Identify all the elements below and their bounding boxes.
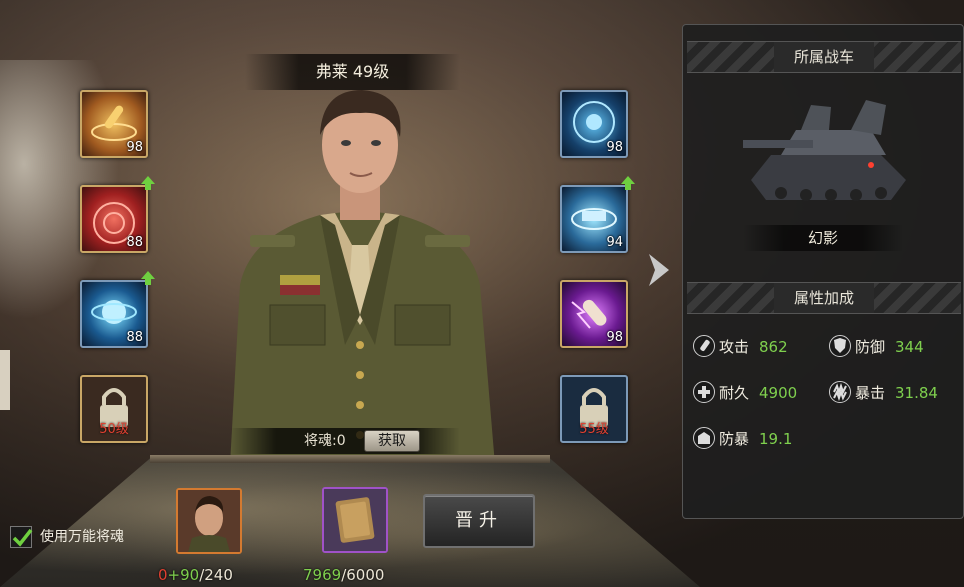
lock-level: 50级: [99, 422, 129, 437]
attack-icon: [693, 335, 715, 357]
skill-level: 98: [606, 330, 623, 345]
crit-defense-icon: [693, 427, 715, 449]
skill-slot-right-1[interactable]: 98: [560, 90, 628, 158]
soul-item-total: /240: [199, 566, 233, 584]
skill-level: 94: [606, 235, 623, 250]
tank-header: 所属战车: [687, 41, 961, 73]
checkmark-icon: [12, 528, 33, 547]
attr-value: 31.84: [895, 384, 938, 402]
attr-name: 暴击: [855, 384, 886, 402]
lock-level: 55级: [579, 422, 609, 437]
universal-soul-checkbox[interactable]: [10, 526, 33, 548]
soul-item-plus: +90: [167, 566, 200, 584]
attr-crit-defense: 防暴 19.1: [693, 426, 823, 452]
universal-soul-label: 使用万能将魂: [40, 529, 124, 545]
attr-crit: 暴击 31.84: [829, 380, 959, 406]
general-portrait: [230, 90, 495, 465]
attr-name: 防御: [855, 338, 886, 356]
attr-value: 862: [759, 338, 788, 356]
book-item-have: 7969: [303, 566, 342, 584]
skill-slot-left-3[interactable]: 88: [80, 280, 148, 348]
table-edge: [150, 455, 550, 463]
skill-slot-left-2[interactable]: 88: [80, 185, 148, 253]
promotion-book-item[interactable]: [322, 487, 388, 553]
attr-name: 耐久: [719, 384, 750, 402]
skill-slot-left-locked[interactable]: 50级: [80, 375, 148, 443]
skill-slot-right-2[interactable]: 94: [560, 185, 628, 253]
attr-header-title: 属性加成: [773, 283, 875, 313]
skill-level: 88: [126, 330, 143, 345]
attr-defense: 防御 344: [829, 334, 949, 360]
skill-slot-left-1[interactable]: 98: [80, 90, 148, 158]
skill-slot-right-locked[interactable]: 55级: [560, 375, 628, 443]
general-face-icon: [178, 490, 240, 552]
general-soul-item[interactable]: [176, 488, 242, 554]
skill-level: 88: [126, 235, 143, 250]
attr-header: 属性加成: [687, 282, 961, 314]
attr-attack: 攻击 862: [693, 334, 813, 360]
soul-item-base: 0: [158, 566, 168, 584]
upgrade-arrow-icon: [141, 271, 155, 285]
crit-icon: [829, 381, 851, 403]
tank-image[interactable]: [741, 85, 911, 215]
skill-level: 98: [126, 140, 143, 155]
defense-icon: [829, 335, 851, 357]
tank-name: 幻影: [743, 225, 903, 251]
chevron-right-icon[interactable]: [645, 250, 675, 290]
book-item-count: 7969/6000: [303, 566, 384, 584]
attr-durability: 耐久 4900: [693, 380, 823, 406]
attr-name: 防暴: [719, 430, 750, 448]
attr-name: 攻击: [719, 338, 750, 356]
skill-level: 98: [606, 140, 623, 155]
attr-value: 4900: [759, 384, 798, 402]
attr-value: 344: [895, 338, 924, 356]
promote-button[interactable]: 晋升: [423, 494, 535, 548]
info-panel: 所属战车 幻影 属性加成 攻击 862 防御 344 耐久 4900 暴击 31…: [682, 24, 964, 519]
book-item-need: /6000: [341, 566, 385, 584]
tank-header-title: 所属战车: [773, 42, 875, 72]
general-soul-bar: 将魂:0 获取: [230, 428, 460, 454]
side-drawer-tab[interactable]: [0, 350, 10, 410]
skill-slot-right-3[interactable]: 98: [560, 280, 628, 348]
upgrade-arrow-icon: [141, 176, 155, 190]
soul-count: 将魂:0: [304, 433, 346, 449]
attr-value: 19.1: [759, 430, 793, 448]
upgrade-arrow-icon: [621, 176, 635, 190]
general-name-level: 弗莱 49级: [245, 54, 460, 90]
soul-item-count: 0+90/240: [158, 566, 233, 584]
durability-icon: [693, 381, 715, 403]
get-soul-button[interactable]: 获取: [364, 430, 420, 452]
book-icon: [324, 489, 386, 551]
